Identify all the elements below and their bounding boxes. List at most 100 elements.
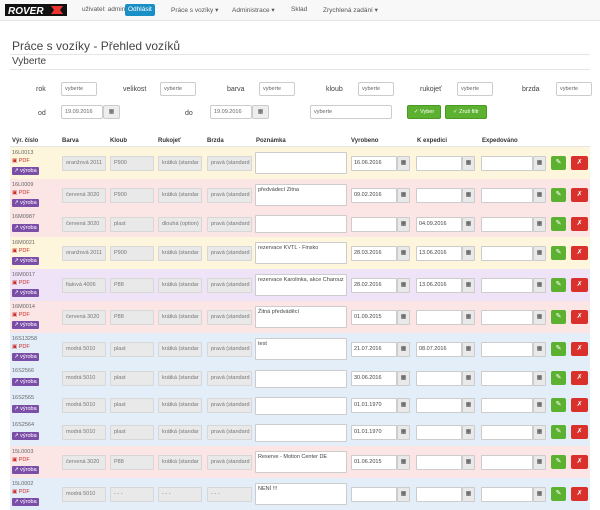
vyroba-button[interactable]: ↗ výroba <box>12 378 39 386</box>
k-expedici-date[interactable] <box>416 310 462 325</box>
calendar-icon[interactable]: ▦ <box>397 398 410 413</box>
vyroba-button[interactable]: ↗ výroba <box>12 405 39 413</box>
note-textarea[interactable] <box>255 370 347 388</box>
expedovano-date[interactable] <box>481 371 533 386</box>
vyrobeno-date[interactable]: 28.02.2016 <box>351 278 397 293</box>
delete-icon[interactable]: ✗ <box>571 487 588 501</box>
k-expedici-date[interactable]: 13.06.2016 <box>416 246 462 261</box>
edit-icon[interactable]: ✎ <box>551 246 566 260</box>
note-textarea[interactable]: Žitná předváděcí <box>255 306 347 328</box>
delete-icon[interactable]: ✗ <box>571 371 588 385</box>
vyroba-button[interactable]: ↗ výroba <box>12 199 39 207</box>
production-number[interactable]: 16S13258 <box>12 336 57 342</box>
calendar-icon[interactable]: ▦ <box>397 310 410 325</box>
filter-extra-select[interactable]: vyberte <box>310 105 392 119</box>
vyrobeno-date[interactable]: 09.02.2016 <box>351 188 397 203</box>
note-textarea[interactable]: Reserve - Motion Center DE <box>255 451 347 473</box>
k-expedici-date[interactable] <box>416 156 462 171</box>
delete-icon[interactable]: ✗ <box>571 217 588 231</box>
col-header-k-expedici[interactable]: K expedici <box>417 138 447 144</box>
calendar-icon[interactable]: ▦ <box>462 246 475 261</box>
pdf-link[interactable]: ▣ PDF <box>12 190 30 196</box>
expedovano-date[interactable] <box>481 156 533 171</box>
calendar-icon[interactable]: ▦ <box>397 156 410 171</box>
production-number[interactable]: 16S2566 <box>12 368 57 374</box>
expedovano-date[interactable] <box>481 217 533 232</box>
k-expedici-date[interactable]: 08.07.2016 <box>416 342 462 357</box>
pdf-link[interactable]: ▣ PDF <box>12 312 30 318</box>
edit-icon[interactable]: ✎ <box>551 487 566 501</box>
k-expedici-date[interactable] <box>416 455 462 470</box>
calendar-icon[interactable]: ▦ <box>462 342 475 357</box>
calendar-icon[interactable]: ▦ <box>462 398 475 413</box>
k-expedici-date[interactable] <box>416 188 462 203</box>
calendar-icon[interactable]: ▦ <box>462 188 475 203</box>
calendar-icon[interactable]: ▦ <box>533 310 546 325</box>
calendar-icon[interactable]: ▦ <box>533 342 546 357</box>
calendar-icon[interactable]: ▦ <box>397 371 410 386</box>
pdf-link[interactable]: ▣ PDF <box>12 344 30 350</box>
calendar-icon[interactable]: ▦ <box>533 246 546 261</box>
expedovano-date[interactable] <box>481 188 533 203</box>
vyrobeno-date[interactable] <box>351 217 397 232</box>
edit-icon[interactable]: ✎ <box>551 278 566 292</box>
vyroba-button[interactable]: ↗ výroba <box>12 466 39 474</box>
edit-icon[interactable]: ✎ <box>551 371 566 385</box>
calendar-icon[interactable]: ▦ <box>533 156 546 171</box>
calendar-icon[interactable]: ▦ <box>533 398 546 413</box>
calendar-icon[interactable]: ▦ <box>533 455 546 470</box>
note-textarea[interactable] <box>255 215 347 233</box>
col-header-vyr-cislo[interactable]: Výr. číslo <box>12 138 38 144</box>
production-number[interactable]: 16M0021 <box>12 240 57 246</box>
vyroba-button[interactable]: ↗ výroba <box>12 353 39 361</box>
pdf-link[interactable]: ▣ PDF <box>12 280 30 286</box>
expedovano-date[interactable] <box>481 455 533 470</box>
delete-icon[interactable]: ✗ <box>571 455 588 469</box>
calendar-icon[interactable]: ▦ <box>252 105 269 119</box>
calendar-icon[interactable]: ▦ <box>462 455 475 470</box>
delete-icon[interactable]: ✗ <box>571 425 588 439</box>
calendar-icon[interactable]: ▦ <box>533 188 546 203</box>
filter-barva-select[interactable]: vyberte <box>259 82 295 96</box>
calendar-icon[interactable]: ▦ <box>462 156 475 171</box>
calendar-icon[interactable]: ▦ <box>462 425 475 440</box>
production-number[interactable]: 16S2564 <box>12 422 57 428</box>
expedovano-date[interactable] <box>481 246 533 261</box>
production-number[interactable]: 16M0017 <box>12 272 57 278</box>
delete-icon[interactable]: ✗ <box>571 188 588 202</box>
delete-icon[interactable]: ✗ <box>571 156 588 170</box>
note-textarea[interactable]: rezervace Karolinka, akce Charouz <box>255 274 347 296</box>
calendar-icon[interactable]: ▦ <box>397 246 410 261</box>
vyrobeno-date[interactable]: 01.06.2015 <box>351 455 397 470</box>
k-expedici-date[interactable]: 04.09.2016 <box>416 217 462 232</box>
calendar-icon[interactable]: ▦ <box>533 487 546 502</box>
expedovano-date[interactable] <box>481 278 533 293</box>
logout-button[interactable]: Odhlásit <box>125 4 155 16</box>
calendar-icon[interactable]: ▦ <box>397 487 410 502</box>
vyroba-button[interactable]: ↗ výroba <box>12 432 39 440</box>
vyroba-button[interactable]: ↗ výroba <box>12 224 39 232</box>
filter-od-date[interactable]: 19.09.2016 <box>61 105 103 119</box>
calendar-icon[interactable]: ▦ <box>397 217 410 232</box>
production-number[interactable]: 16M0014 <box>12 304 57 310</box>
delete-icon[interactable]: ✗ <box>571 278 588 292</box>
delete-icon[interactable]: ✗ <box>571 398 588 412</box>
filter-brzda-select[interactable]: vyberte <box>556 82 592 96</box>
calendar-icon[interactable]: ▦ <box>397 278 410 293</box>
delete-icon[interactable]: ✗ <box>571 310 588 324</box>
expedovano-date[interactable] <box>481 398 533 413</box>
col-header-rukojet[interactable]: Rukojeť <box>158 138 181 144</box>
k-expedici-date[interactable] <box>416 487 462 502</box>
calendar-icon[interactable]: ▦ <box>103 105 120 119</box>
nav-sklad[interactable]: Sklad <box>291 6 307 13</box>
nav-zrychlena-zadani[interactable]: Zrychlená zadání ▾ <box>323 6 378 14</box>
k-expedici-date[interactable]: 13.06.2016 <box>416 278 462 293</box>
expedovano-date[interactable] <box>481 310 533 325</box>
vyrobeno-date[interactable]: 21.07.2016 <box>351 342 397 357</box>
pdf-link[interactable]: ▣ PDF <box>12 248 30 254</box>
calendar-icon[interactable]: ▦ <box>397 455 410 470</box>
note-textarea[interactable]: test <box>255 338 347 360</box>
calendar-icon[interactable]: ▦ <box>462 487 475 502</box>
expedovano-date[interactable] <box>481 342 533 357</box>
calendar-icon[interactable]: ▦ <box>462 278 475 293</box>
